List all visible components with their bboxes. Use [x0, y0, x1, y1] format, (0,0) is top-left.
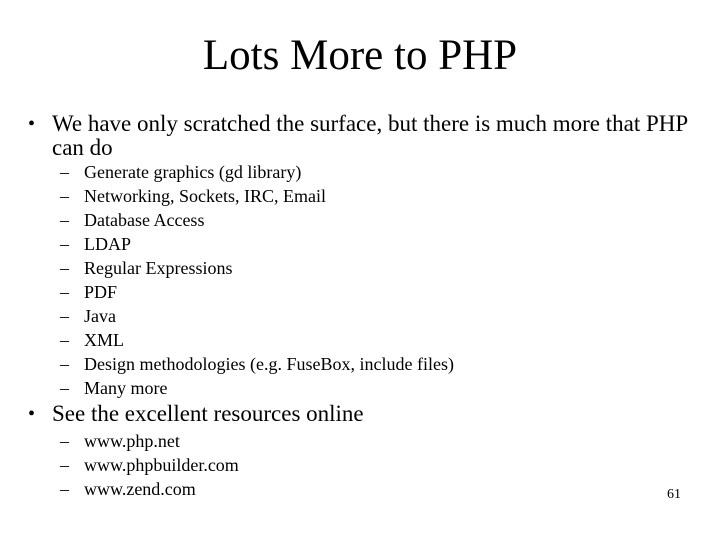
list-item-text: XML — [84, 330, 124, 350]
link-text: www.php.net — [84, 431, 180, 451]
bullet-point: • See the excellent resources online — [28, 402, 708, 426]
slide-title: Lots More to PHP — [202, 32, 518, 79]
bullet-icon: • — [28, 113, 36, 135]
list-item-text: Design methodologies (e.g. FuseBox, incl… — [84, 354, 454, 374]
dash-icon: – — [60, 455, 69, 475]
dash-icon: – — [60, 306, 69, 326]
list-item-text: LDAP — [84, 234, 132, 254]
dash-icon: – — [60, 186, 69, 206]
list-item-text: Database Access — [84, 210, 205, 230]
bullet-text: See the excellent resources online — [52, 401, 364, 426]
list-item-text: Many more — [84, 378, 168, 398]
link-text: www.zend.com — [84, 479, 196, 499]
dash-icon: – — [60, 378, 69, 398]
link-text: www.phpbuilder.com — [84, 455, 239, 475]
list-item-text: PDF — [84, 282, 118, 302]
dash-icon: – — [60, 234, 69, 254]
list-item-text: Generate graphics (gd library) — [84, 162, 302, 182]
dash-icon: – — [60, 354, 69, 374]
dash-icon: – — [60, 479, 69, 499]
list-item-text: Java — [84, 306, 116, 326]
dash-icon: – — [60, 210, 69, 230]
dash-icon: – — [60, 258, 69, 278]
list-item-text: Regular Expressions — [84, 258, 233, 278]
dash-icon: – — [60, 330, 69, 350]
list-item-text: Networking, Sockets, IRC, Email — [84, 186, 326, 206]
dash-icon: – — [60, 431, 69, 451]
bullet-point: • We have only scratched the surface, bu… — [28, 112, 708, 160]
bullet-text: We have only scratched the surface, but … — [52, 111, 688, 160]
dash-icon: – — [60, 282, 69, 302]
bullet-icon: • — [28, 403, 36, 425]
page-number: 61 — [667, 487, 681, 502]
dash-icon: – — [60, 162, 69, 182]
